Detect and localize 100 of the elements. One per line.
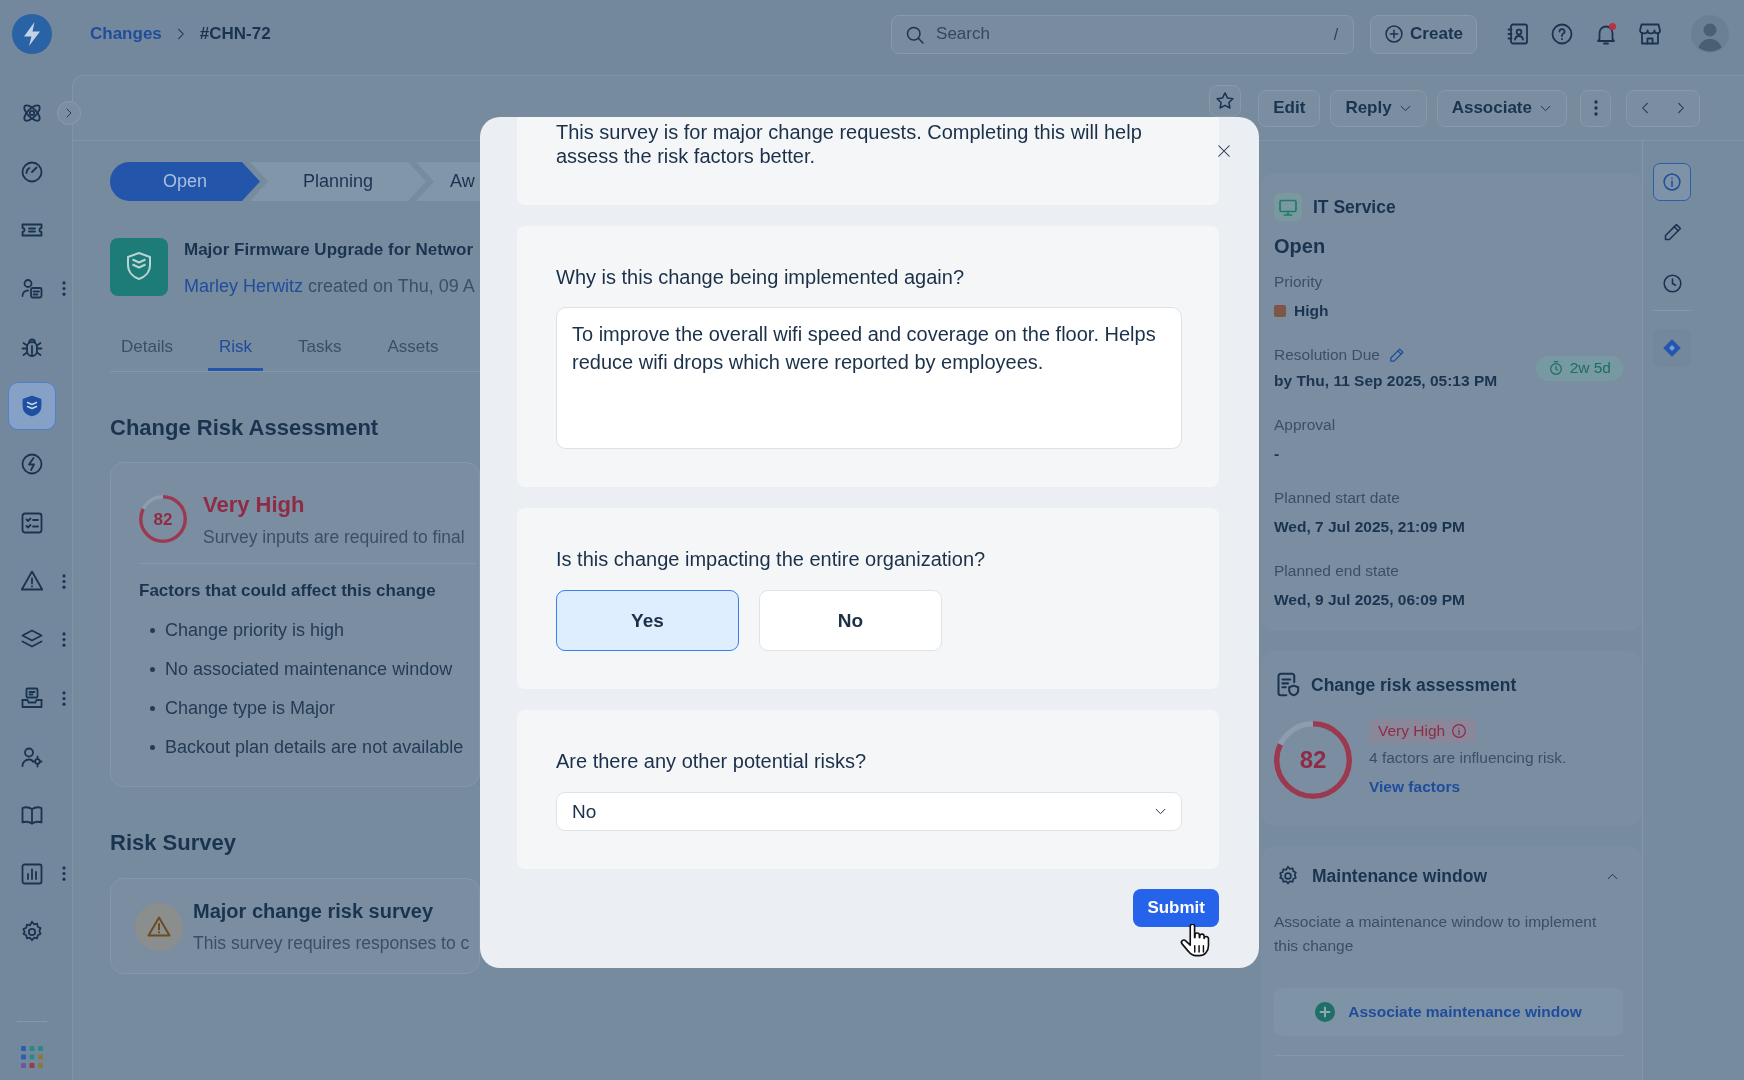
risk-score: 82 (1299, 748, 1327, 772)
associate-window-button[interactable]: Associate maintenance window (1274, 988, 1623, 1036)
time-remaining: 2w 5d (1569, 359, 1611, 377)
view-factors-link[interactable]: View factors (1369, 776, 1461, 798)
survey-description: This survey requires responses to c (193, 932, 470, 955)
card-title: Maintenance window (1312, 865, 1488, 888)
tab[interactable]: Details (110, 324, 184, 371)
search-icon (905, 24, 926, 45)
shield-icon (110, 238, 168, 296)
field-value: Wed, 7 Jul 2025, 21:09 PM (1274, 517, 1466, 537)
bullet-icon (150, 705, 155, 711)
field-value: by Thu, 11 Sep 2025, 05:13 PM (1274, 371, 1498, 391)
close-icon[interactable] (1217, 144, 1231, 158)
kebab-icon[interactable] (62, 690, 66, 706)
dropdown-button[interactable]: Associate (1436, 89, 1567, 127)
bullet-icon (150, 627, 155, 633)
factor-text: No associated maintenance window (165, 658, 453, 681)
stage-step[interactable]: Aw (416, 162, 480, 201)
answer-dropdown[interactable]: No (556, 792, 1182, 831)
answer-textarea[interactable]: To improve the overall wifi speed and coverage on the floor. Helps reduce wifi drops which were reported by employees. (556, 307, 1182, 449)
favorite-button[interactable] (1209, 85, 1242, 117)
bullet-icon (150, 744, 155, 750)
risk-note: Survey inputs are required to final (203, 526, 465, 549)
author-link[interactable]: Marley Herwitz (184, 276, 303, 296)
shortcut-hint: / (1333, 24, 1339, 44)
field-value: High (1294, 301, 1329, 321)
status-text: Open (1274, 234, 1327, 259)
option-button[interactable]: Yes (556, 590, 739, 651)
hand-cursor-icon (1180, 924, 1210, 958)
clock-icon[interactable] (1661, 273, 1683, 294)
risk-rating: Very High (203, 491, 306, 519)
apps-grid-icon[interactable] (21, 1046, 43, 1068)
store-icon[interactable] (1638, 22, 1662, 46)
section-heading: Change Risk Assessment (110, 414, 380, 442)
inbox-icon[interactable] (20, 686, 44, 711)
monitor-icon (1274, 193, 1302, 221)
field-label: Priority (1274, 272, 1324, 292)
kebab-icon[interactable] (62, 281, 66, 297)
address-book-icon[interactable] (1506, 22, 1530, 46)
more-button[interactable] (1580, 89, 1611, 127)
field-value: - (1274, 444, 1281, 464)
rail-tool-button[interactable] (1653, 162, 1691, 201)
diamond-icon[interactable] (1662, 337, 1682, 358)
action-button[interactable]: Edit (1258, 89, 1321, 127)
user-avatar[interactable] (1691, 15, 1729, 53)
stopwatch-icon (1547, 360, 1564, 376)
option-button[interactable]: No (759, 590, 942, 651)
bar-chart-icon[interactable] (20, 861, 44, 886)
factor-text: Change type is Major (165, 697, 336, 720)
info-icon[interactable] (1451, 723, 1468, 739)
kebab-icon[interactable] (62, 573, 66, 589)
tab[interactable]: Tasks (287, 324, 353, 371)
stage-step[interactable]: Open (110, 162, 260, 201)
service-name: IT Service (1313, 196, 1396, 219)
warning-icon (135, 902, 183, 951)
kebab-icon[interactable] (62, 866, 66, 882)
risk-summary: 4 factors are influencing risk. (1369, 748, 1567, 768)
survey-intro-text: This survey is for major change requests. Completing this will help assess the risk factors better. (556, 119, 1143, 168)
risk-score: 82 (153, 510, 173, 528)
tab[interactable]: Assets (376, 324, 450, 371)
shield-icon (20, 393, 44, 418)
help-icon[interactable] (1550, 22, 1574, 46)
survey-title: Major change risk survey (193, 899, 435, 924)
checklist-icon[interactable] (20, 510, 44, 535)
factor-text: Backout plan details are not available (165, 736, 464, 759)
kebab-icon[interactable] (62, 632, 66, 648)
plus-circle-icon (1315, 1002, 1336, 1022)
create-button[interactable]: Create (1370, 14, 1477, 54)
breadcrumb-link[interactable]: Changes (90, 24, 162, 44)
contact-card-icon[interactable] (20, 276, 44, 301)
document-shield-icon (1274, 671, 1301, 698)
gear-icon (1277, 865, 1299, 887)
dropdown-button[interactable]: Reply (1330, 89, 1427, 127)
risk-level: Very High (1378, 722, 1446, 740)
question-text: Are there any other potential risks? (556, 749, 868, 774)
sidebar-toggle-button[interactable] (57, 101, 81, 125)
gauge-icon[interactable] (20, 159, 44, 184)
field-value: Wed, 9 Jul 2025, 06:09 PM (1274, 590, 1466, 610)
pencil-icon[interactable] (1388, 346, 1405, 364)
info-icon (1662, 171, 1682, 192)
field-label: Planned start date (1274, 488, 1401, 508)
tab[interactable]: Risk (207, 324, 264, 371)
kebab-icon (1593, 100, 1598, 116)
card-title: Change risk assessment (1311, 673, 1517, 697)
factor-text: Change priority is high (165, 619, 345, 642)
survey-card[interactable]: Major change risk survey This survey requires responses to c (110, 878, 480, 974)
bolt-circle-icon[interactable] (20, 452, 44, 477)
submit-button[interactable]: Submit (1133, 889, 1219, 927)
factors-heading: Factors that could affect this change (139, 580, 437, 602)
stage-step[interactable]: Planning (250, 162, 426, 201)
lightning-logo-icon[interactable] (12, 14, 52, 54)
question-text: Is this change impacting the entire organization? (556, 547, 987, 572)
breadcrumb-current: #CHN-72 (199, 24, 271, 44)
score-ring (139, 495, 187, 543)
plus-circle-icon (1384, 24, 1405, 44)
sidebar-item[interactable] (8, 381, 56, 430)
maintenance-description: Associate a maintenance window to implement this change (1274, 912, 1598, 956)
question-text: Why is this change being implemented again? (556, 265, 966, 290)
field-label: Approval (1274, 415, 1337, 435)
field-label: Resolution Due (1274, 345, 1380, 365)
